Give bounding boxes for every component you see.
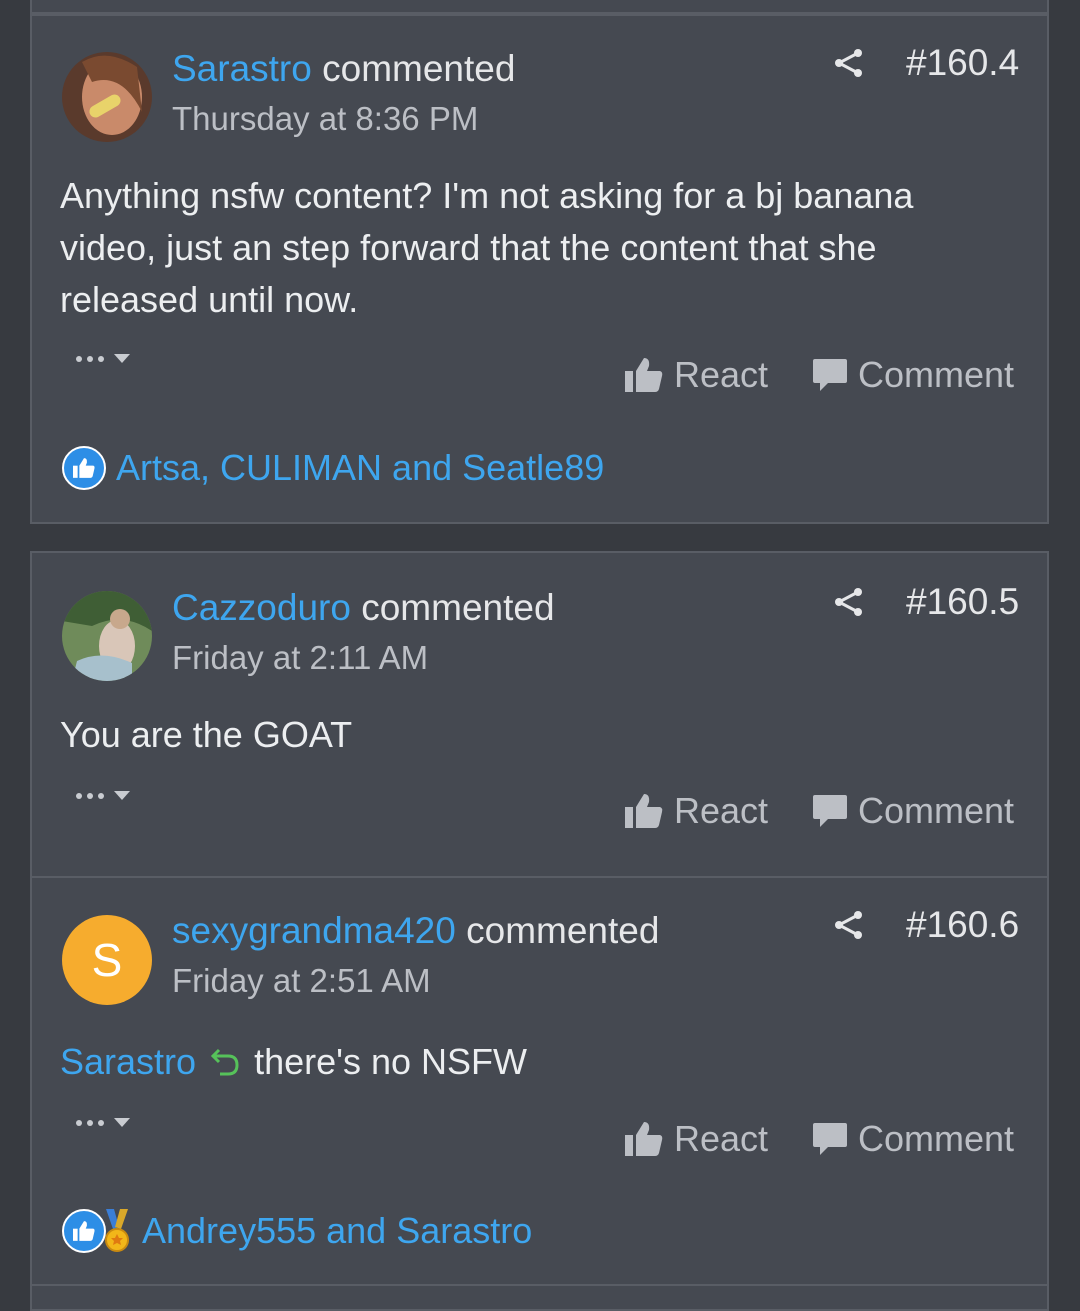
post-divider: [32, 876, 1047, 878]
speech-bubble-icon: [813, 1123, 847, 1155]
more-options-menu[interactable]: [76, 791, 130, 800]
post-header: Sarastro commented: [172, 48, 515, 90]
reply-line: Sarastro there's no NSFW: [60, 1041, 527, 1083]
react-label: React: [674, 790, 769, 831]
post-divider: [32, 1284, 1047, 1286]
commented-label: commented: [311, 48, 516, 89]
post-160-4: Sarastro commented Thursday at 8:36 PM #…: [30, 14, 1049, 524]
thumbs-up-icon: [625, 1122, 663, 1156]
commented-label: commented: [455, 910, 660, 951]
react-label: React: [674, 354, 769, 395]
post-timestamp[interactable]: Friday at 2:51 AM: [172, 962, 431, 1000]
speech-bubble-icon: [813, 795, 847, 827]
ellipsis-icon: [76, 792, 104, 799]
react-button[interactable]: React: [624, 790, 768, 832]
share-icon[interactable]: [832, 46, 866, 80]
post-timestamp[interactable]: Friday at 2:11 AM: [172, 639, 428, 677]
post-number-link[interactable]: #160.6: [906, 904, 1019, 946]
ellipsis-icon: [76, 1119, 104, 1126]
react-button[interactable]: React: [624, 1118, 768, 1160]
react-button[interactable]: React: [624, 354, 768, 396]
user-avatar[interactable]: [62, 591, 152, 681]
like-reaction-icon: [62, 446, 106, 490]
post-number-link[interactable]: #160.5: [906, 581, 1019, 623]
comment-label: Comment: [858, 1118, 1015, 1159]
post-header: sexygrandma420 commented: [172, 910, 659, 952]
reaction-summary[interactable]: Andrey555 and Sarastro: [62, 1209, 532, 1253]
post-body: You are the GOAT: [60, 714, 353, 755]
user-avatar[interactable]: [62, 52, 152, 142]
username-link[interactable]: sexygrandma420: [172, 910, 456, 951]
username-link[interactable]: Sarastro: [172, 48, 312, 89]
comment-button[interactable]: Comment: [812, 790, 1014, 832]
like-reaction-icon: [62, 1209, 106, 1253]
comment-button[interactable]: Comment: [812, 354, 1014, 396]
reaction-users[interactable]: Andrey555 and Sarastro: [142, 1210, 532, 1252]
caret-down-icon: [114, 791, 130, 800]
commented-label: commented: [350, 587, 555, 628]
reaction-users[interactable]: Artsa, CULIMAN and Seatle89: [116, 447, 604, 489]
post-header: Cazzoduro commented: [172, 587, 555, 629]
post-group: Cazzoduro commented Friday at 2:11 AM #1…: [30, 551, 1049, 1311]
more-options-menu[interactable]: [76, 1118, 130, 1127]
thumbs-up-icon: [625, 358, 663, 392]
more-options-menu[interactable]: [76, 354, 130, 363]
react-label: React: [674, 1118, 769, 1159]
previous-post-edge: [30, 0, 1049, 14]
share-icon[interactable]: [832, 908, 866, 942]
username-link[interactable]: Cazzoduro: [172, 587, 351, 628]
medal-reaction-icon: [105, 1209, 129, 1252]
speech-bubble-icon: [813, 359, 847, 391]
post-body: there's no NSFW: [254, 1041, 528, 1082]
reaction-summary[interactable]: Artsa, CULIMAN and Seatle89: [62, 446, 604, 490]
comment-label: Comment: [858, 354, 1015, 395]
ellipsis-icon: [76, 355, 104, 362]
comment-button[interactable]: Comment: [812, 1118, 1014, 1160]
user-avatar[interactable]: S: [62, 915, 152, 1005]
comment-label: Comment: [858, 790, 1015, 831]
thumbs-up-icon: [625, 794, 663, 828]
caret-down-icon: [114, 1118, 130, 1127]
caret-down-icon: [114, 354, 130, 363]
share-icon[interactable]: [832, 585, 866, 619]
quoted-user-link[interactable]: Sarastro: [60, 1041, 196, 1083]
post-timestamp[interactable]: Thursday at 8:36 PM: [172, 100, 478, 138]
post-body: Anything nsfw content? I'm not asking fo…: [60, 175, 914, 320]
reply-arrow-icon[interactable]: [210, 1047, 240, 1077]
post-number-link[interactable]: #160.4: [906, 42, 1019, 84]
